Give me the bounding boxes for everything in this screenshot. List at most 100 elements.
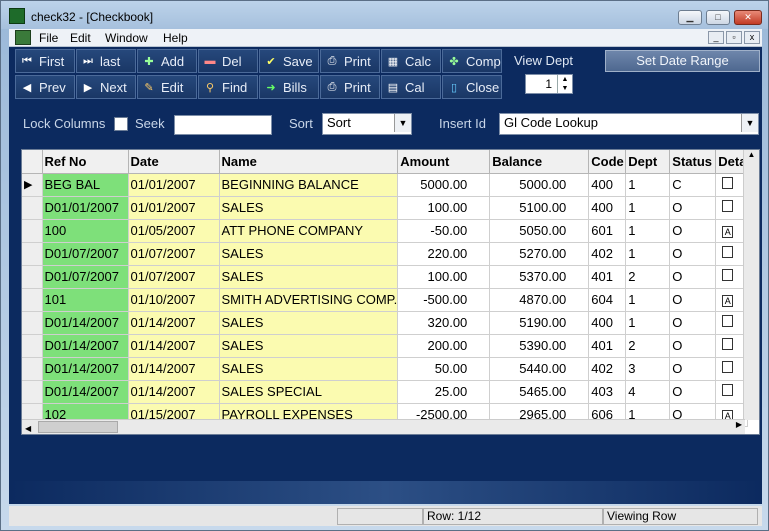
cell-balance[interactable]: 5370.00 <box>489 265 590 289</box>
column-header-dept[interactable]: Dept <box>625 150 671 174</box>
cell-balance[interactable]: 5050.00 <box>489 219 590 243</box>
print2-button[interactable]: ⎙ Print <box>320 75 380 99</box>
cell-ref-no[interactable]: BEG BAL <box>42 173 129 197</box>
cell-dept[interactable]: 1 <box>625 242 671 266</box>
cell-dept[interactable]: 1 <box>625 288 671 312</box>
cell-ref-no[interactable]: D01/14/2007 <box>42 311 129 335</box>
cell-name[interactable]: SALES <box>219 265 399 289</box>
scroll-left-icon[interactable]: ◀ <box>22 424 31 433</box>
cell-ref-no[interactable]: 101 <box>42 288 129 312</box>
menu-edit[interactable]: Edit <box>70 31 91 45</box>
row-selector[interactable] <box>22 357 43 381</box>
cell-dept[interactable]: 2 <box>625 265 671 289</box>
cell-name[interactable]: SMITH ADVERTISING COMP. <box>219 288 399 312</box>
cell-status[interactable]: O <box>669 334 717 358</box>
column-header-balance[interactable]: Balance <box>489 150 590 174</box>
cell-amount[interactable]: 320.00 <box>397 311 491 335</box>
delete-button[interactable]: ▬ Del <box>198 49 258 73</box>
view-dept-spinner[interactable]: 1 ▲ ▼ <box>525 74 573 94</box>
cell-amount[interactable]: 220.00 <box>397 242 491 266</box>
cell-dept[interactable]: 1 <box>625 196 671 220</box>
cell-balance[interactable]: 5440.00 <box>489 357 590 381</box>
cell-name[interactable]: BEGINNING BALANCE <box>219 173 399 197</box>
cell-code[interactable]: 402 <box>588 242 627 266</box>
column-header-code[interactable]: Code <box>588 150 627 174</box>
table-row[interactable]: D01/07/2007 01/07/2007 SALES 220.00 5270.00 4… <box>22 242 749 266</box>
menu-help[interactable]: Help <box>163 31 188 45</box>
column-header-name[interactable]: Name <box>219 150 399 174</box>
cell-date[interactable]: 01/10/2007 <box>128 288 220 312</box>
cell-status[interactable]: O <box>669 219 717 243</box>
detail-icon[interactable]: A <box>722 226 734 238</box>
cell-amount[interactable]: 50.00 <box>397 357 491 381</box>
row-selector[interactable] <box>22 242 43 266</box>
cell-dept[interactable]: 1 <box>625 219 671 243</box>
cell-name[interactable]: SALES <box>219 311 399 335</box>
cell-name[interactable]: SALES <box>219 196 399 220</box>
cell-name[interactable]: ATT PHONE COMPANY <box>219 219 399 243</box>
cell-code[interactable]: 400 <box>588 311 627 335</box>
last-button[interactable]: ⏭ last <box>76 49 136 73</box>
cell-amount[interactable]: 100.00 <box>397 196 491 220</box>
cell-balance[interactable]: 5465.00 <box>489 380 590 404</box>
cell-status[interactable]: O <box>669 311 717 335</box>
mdi-restore-button[interactable]: ▫ <box>726 31 742 44</box>
cell-dept[interactable]: 3 <box>625 357 671 381</box>
cell-date[interactable]: 01/14/2007 <box>128 311 220 335</box>
checkbox-icon[interactable] <box>722 384 734 396</box>
cell-ref-no[interactable]: D01/07/2007 <box>42 242 129 266</box>
cell-date[interactable]: 01/01/2007 <box>128 196 220 220</box>
table-row[interactable]: D01/01/2007 01/01/2007 SALES 100.00 5100.00 4… <box>22 196 749 220</box>
cell-code[interactable]: 604 <box>588 288 627 312</box>
cell-status[interactable]: O <box>669 288 717 312</box>
comp-button[interactable]: ✤ Comp <box>442 49 502 73</box>
table-row[interactable]: D01/14/2007 01/14/2007 SALES SPECIAL 25.00 5… <box>22 380 749 404</box>
table-row[interactable]: D01/14/2007 01/14/2007 SALES 50.00 5440.00 40… <box>22 357 749 381</box>
cell-status[interactable]: C <box>669 173 717 197</box>
cell-amount[interactable]: 100.00 <box>397 265 491 289</box>
cell-name[interactable]: SALES SPECIAL <box>219 380 399 404</box>
cell-dept[interactable]: 1 <box>625 311 671 335</box>
row-selector[interactable] <box>22 219 43 243</box>
cell-date[interactable]: 01/14/2007 <box>128 357 220 381</box>
cell-balance[interactable]: 5190.00 <box>489 311 590 335</box>
cell-ref-no[interactable]: D01/07/2007 <box>42 265 129 289</box>
first-button[interactable]: ⏮ First <box>15 49 75 73</box>
row-selector[interactable] <box>22 196 43 220</box>
row-selector[interactable] <box>22 334 43 358</box>
scroll-right-icon[interactable]: ▶ <box>736 420 742 429</box>
scroll-up-icon[interactable]: ▲ <box>744 150 759 159</box>
chevron-down-icon[interactable]: ▼ <box>394 114 411 132</box>
cell-amount[interactable]: 25.00 <box>397 380 491 404</box>
checkbox-icon[interactable] <box>722 177 734 189</box>
calc-button[interactable]: ▦ Calc <box>381 49 441 73</box>
vertical-scrollbar[interactable]: ▲ <box>743 150 759 420</box>
cell-date[interactable]: 01/14/2007 <box>128 380 220 404</box>
minimize-button[interactable]: ▁ <box>678 10 702 25</box>
cell-status[interactable]: O <box>669 242 717 266</box>
row-selector[interactable]: ▶ <box>22 173 43 197</box>
cell-date[interactable]: 01/07/2007 <box>128 242 220 266</box>
column-header-ref-no[interactable]: Ref No <box>42 150 129 174</box>
cell-balance[interactable]: 5100.00 <box>489 196 590 220</box>
seek-input[interactable] <box>174 115 272 135</box>
table-row[interactable]: 101 01/10/2007 SMITH ADVERTISING COMP. -500… <box>22 288 749 312</box>
sort-select[interactable]: Sort ▼ <box>322 113 412 135</box>
cell-ref-no[interactable]: D01/14/2007 <box>42 334 129 358</box>
menu-file[interactable]: File <box>39 31 58 45</box>
cell-status[interactable]: O <box>669 357 717 381</box>
cell-ref-no[interactable]: D01/14/2007 <box>42 357 129 381</box>
cell-dept[interactable]: 1 <box>625 173 671 197</box>
cell-ref-no[interactable]: D01/14/2007 <box>42 380 129 404</box>
checkbook-grid[interactable]: Ref No Date Name Amount Balance Code Dept Statu… <box>21 149 760 435</box>
cell-dept[interactable]: 4 <box>625 380 671 404</box>
row-selector[interactable] <box>22 380 43 404</box>
table-row[interactable]: D01/14/2007 01/14/2007 SALES 320.00 5190.00 4… <box>22 311 749 335</box>
close-window-button[interactable]: ✕ <box>734 10 762 25</box>
detail-icon[interactable]: A <box>722 295 734 307</box>
cell-code[interactable]: 402 <box>588 357 627 381</box>
cell-name[interactable]: SALES <box>219 357 399 381</box>
column-header-date[interactable]: Date <box>128 150 220 174</box>
bills-button[interactable]: ➜ Bills <box>259 75 319 99</box>
cell-code[interactable]: 401 <box>588 334 627 358</box>
